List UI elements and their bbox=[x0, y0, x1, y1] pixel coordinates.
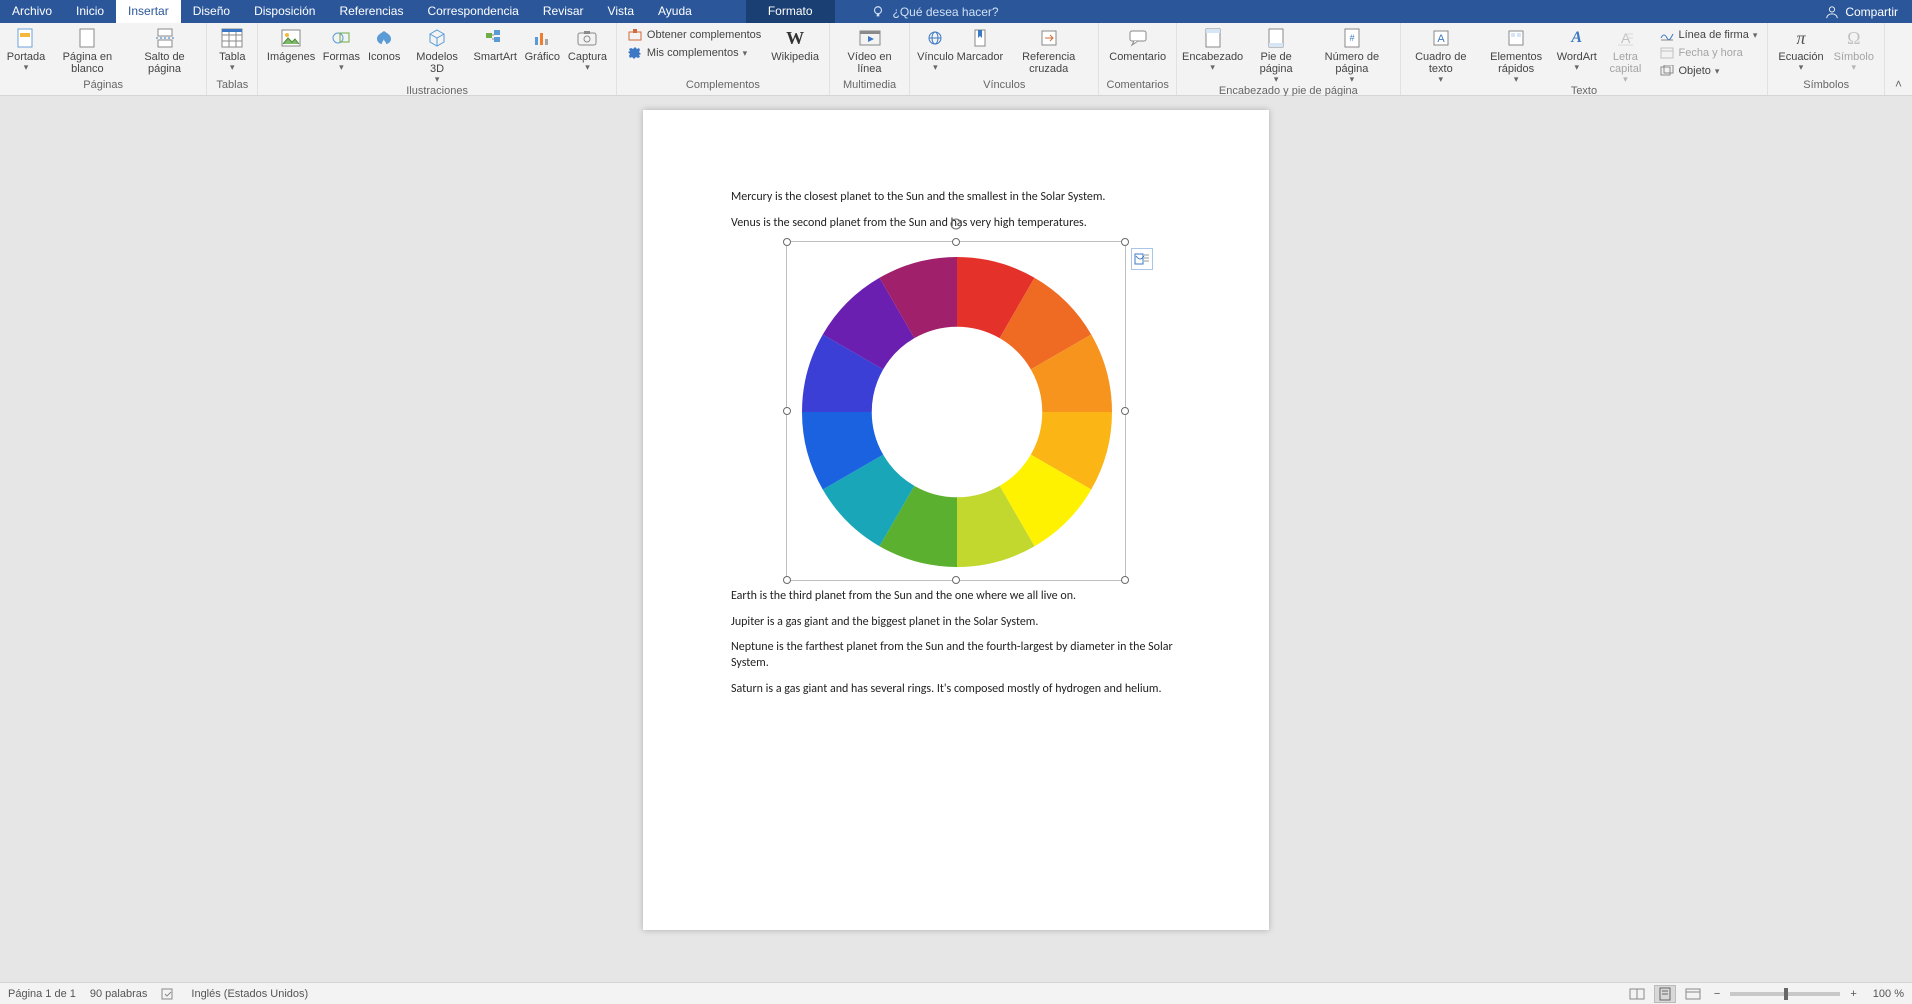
group-media: Vídeo en línea Multimedia bbox=[830, 23, 910, 95]
group-media-label: Multimedia bbox=[836, 79, 903, 93]
tell-me[interactable]: ¿Qué desea hacer? bbox=[871, 0, 999, 23]
layout-options-button[interactable] bbox=[1131, 248, 1153, 270]
group-comments-label: Comentarios bbox=[1105, 79, 1170, 93]
color-wheel-image bbox=[787, 242, 1127, 582]
get-addins-button[interactable]: Obtener complementos bbox=[627, 27, 761, 43]
group-addins: Obtener complementos Mis complementos ▾ … bbox=[617, 23, 830, 95]
zoom-slider[interactable] bbox=[1730, 992, 1840, 996]
tab-mail[interactable]: Correspondencia bbox=[415, 0, 530, 23]
header-button[interactable]: Encabezado▾ bbox=[1183, 25, 1242, 73]
group-links-label: Vínculos bbox=[916, 79, 1092, 93]
document-area[interactable]: Mercury is the closest planet to the Sun… bbox=[0, 96, 1912, 982]
zoom-out-button[interactable]: − bbox=[1710, 988, 1724, 1000]
view-read-mode[interactable] bbox=[1626, 985, 1648, 1003]
paragraph-earth[interactable]: Earth is the third planet from the Sun a… bbox=[731, 589, 1181, 605]
tab-home[interactable]: Inicio bbox=[64, 0, 116, 23]
status-bar: Página 1 de 1 90 palabras Inglés (Estado… bbox=[0, 982, 1912, 1004]
signature-line-button[interactable]: Línea de firma ▾ bbox=[1659, 27, 1758, 43]
online-video-button[interactable]: Vídeo en línea bbox=[836, 25, 903, 75]
zoom-in-button[interactable]: + bbox=[1846, 988, 1860, 1000]
bookmark-button[interactable]: Marcador bbox=[957, 25, 1004, 63]
group-addins-label: Complementos bbox=[623, 79, 823, 93]
page-break-button[interactable]: Salto de página bbox=[129, 25, 201, 75]
collapse-ribbon-button[interactable]: ˄ bbox=[1885, 77, 1912, 95]
tab-format-context[interactable]: Formato bbox=[746, 0, 835, 23]
rotate-handle[interactable] bbox=[948, 216, 964, 232]
ribbon: Portada▾ Página en blanco Salto de págin… bbox=[0, 23, 1912, 96]
textbox-button[interactable]: ACuadro de texto▾ bbox=[1407, 25, 1475, 85]
object-button[interactable]: Objeto ▾ bbox=[1659, 63, 1758, 79]
icons-button[interactable]: Iconos bbox=[365, 25, 404, 63]
paragraph-saturn[interactable]: Saturn is a gas giant and has several ri… bbox=[731, 682, 1181, 698]
tab-view[interactable]: Vista bbox=[596, 0, 646, 23]
tab-file[interactable]: Archivo bbox=[0, 0, 64, 23]
shapes-button[interactable]: Formas▾ bbox=[320, 25, 363, 73]
group-symbols-label: Símbolos bbox=[1774, 79, 1878, 93]
dropcap-button[interactable]: ALetra capital▾ bbox=[1598, 25, 1652, 85]
resize-handle-bl[interactable] bbox=[783, 576, 791, 584]
paragraph-mercury[interactable]: Mercury is the closest planet to the Sun… bbox=[731, 190, 1181, 206]
paragraph-jupiter[interactable]: Jupiter is a gas giant and the biggest p… bbox=[731, 615, 1181, 631]
group-illustrations: Imágenes Formas▾ Iconos Modelos 3D▾ Smar… bbox=[258, 23, 617, 95]
group-pages-label: Páginas bbox=[6, 79, 200, 93]
status-language[interactable]: Inglés (Estados Unidos) bbox=[191, 988, 308, 1000]
tab-help[interactable]: Ayuda bbox=[646, 0, 704, 23]
selected-image[interactable] bbox=[786, 241, 1126, 581]
footer-button[interactable]: Pie de página▾ bbox=[1244, 25, 1308, 85]
share-label: Compartir bbox=[1845, 5, 1898, 19]
wikipedia-button[interactable]: WWikipedia bbox=[767, 25, 823, 63]
symbol-button[interactable]: ΩSímbolo▾ bbox=[1830, 25, 1878, 73]
view-web-layout[interactable] bbox=[1682, 985, 1704, 1003]
group-links: Vínculo▾ Marcador Referencia cruzada Vín… bbox=[910, 23, 1099, 95]
group-symbols: πEcuación▾ ΩSímbolo▾ Símbolos bbox=[1768, 23, 1885, 95]
equation-button[interactable]: πEcuación▾ bbox=[1774, 25, 1827, 73]
title-tabs: Archivo Inicio Insertar Diseño Disposici… bbox=[0, 0, 1912, 23]
share-button[interactable]: Compartir bbox=[1811, 0, 1912, 23]
tab-review[interactable]: Revisar bbox=[531, 0, 596, 23]
blank-page-button[interactable]: Página en blanco bbox=[48, 25, 127, 75]
resize-handle-bm[interactable] bbox=[952, 576, 960, 584]
quick-parts-button[interactable]: Elementos rápidos▾ bbox=[1477, 25, 1555, 85]
group-pages: Portada▾ Página en blanco Salto de págin… bbox=[0, 23, 207, 95]
svg-text:A: A bbox=[1437, 33, 1445, 45]
resize-handle-br[interactable] bbox=[1121, 576, 1129, 584]
screenshot-button[interactable]: Captura▾ bbox=[565, 25, 610, 73]
tab-design[interactable]: Diseño bbox=[181, 0, 242, 23]
lightbulb-icon bbox=[871, 5, 885, 19]
zoom-level[interactable]: 100 % bbox=[1873, 988, 1904, 1000]
my-addins-button[interactable]: Mis complementos ▾ bbox=[627, 45, 761, 61]
group-comments: Comentario Comentarios bbox=[1099, 23, 1177, 95]
page: Mercury is the closest planet to the Sun… bbox=[643, 110, 1269, 930]
chart-button[interactable]: Gráfico bbox=[522, 25, 563, 63]
smartart-button[interactable]: SmartArt bbox=[471, 25, 520, 63]
page-number-button[interactable]: #Número de página▾ bbox=[1310, 25, 1393, 85]
comment-button[interactable]: Comentario bbox=[1105, 25, 1170, 63]
view-print-layout[interactable] bbox=[1654, 985, 1676, 1003]
paragraph-neptune[interactable]: Neptune is the farthest planet from the … bbox=[731, 640, 1181, 671]
status-page[interactable]: Página 1 de 1 bbox=[8, 988, 76, 1000]
wordart-button[interactable]: AWordArt▾ bbox=[1557, 25, 1596, 73]
status-words[interactable]: 90 palabras bbox=[90, 988, 148, 1000]
group-text: ACuadro de texto▾ Elementos rápidos▾ AWo… bbox=[1401, 23, 1769, 95]
tab-layout[interactable]: Disposición bbox=[242, 0, 327, 23]
link-button[interactable]: Vínculo▾ bbox=[916, 25, 954, 73]
group-tables: Tabla▾ Tablas bbox=[207, 23, 258, 95]
date-time-button[interactable]: Fecha y hora bbox=[1659, 45, 1758, 61]
cover-page-button[interactable]: Portada▾ bbox=[6, 25, 46, 73]
group-tables-label: Tablas bbox=[213, 79, 251, 93]
status-proofing-icon[interactable] bbox=[161, 987, 177, 1001]
3d-models-button[interactable]: Modelos 3D▾ bbox=[405, 25, 468, 85]
crossref-button[interactable]: Referencia cruzada bbox=[1005, 25, 1092, 75]
table-button[interactable]: Tabla▾ bbox=[213, 25, 251, 73]
resize-handle-tr[interactable] bbox=[1121, 238, 1129, 246]
tab-references[interactable]: Referencias bbox=[327, 0, 415, 23]
resize-handle-mr[interactable] bbox=[1121, 407, 1129, 415]
person-icon bbox=[1825, 5, 1839, 19]
tab-insert[interactable]: Insertar bbox=[116, 0, 181, 23]
images-button[interactable]: Imágenes bbox=[264, 25, 318, 63]
group-header-footer: Encabezado▾ Pie de página▾ #Número de pá… bbox=[1177, 23, 1400, 95]
tell-me-placeholder: ¿Qué desea hacer? bbox=[893, 5, 999, 19]
svg-text:#: # bbox=[1349, 33, 1354, 43]
